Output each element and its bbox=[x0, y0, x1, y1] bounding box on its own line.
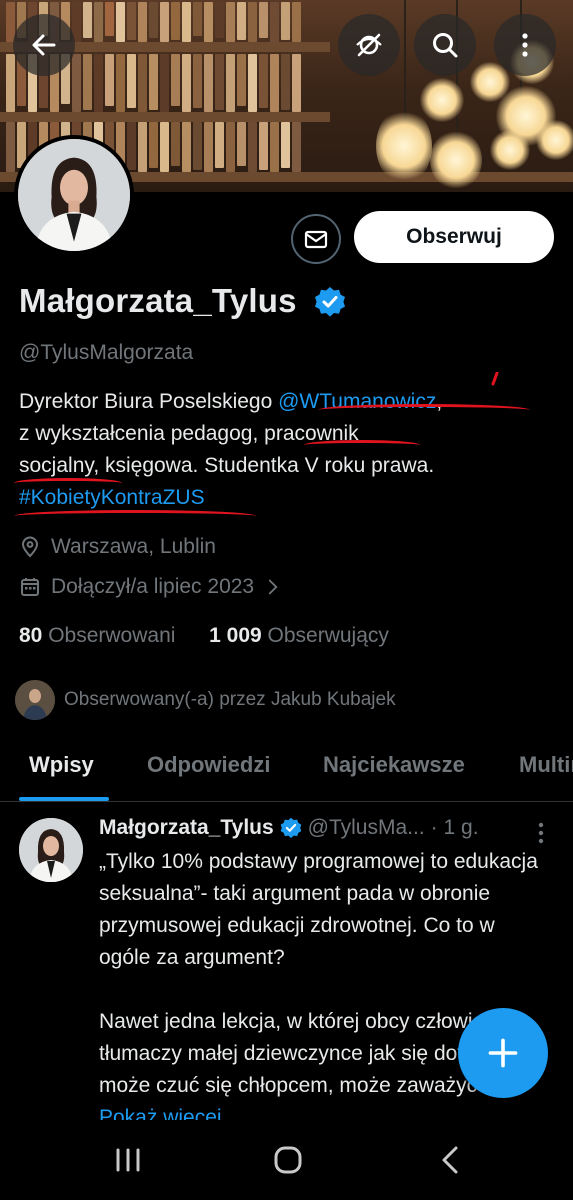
followed-by-text: Obserwowany(-a) przez Jakub Kubajek bbox=[64, 689, 396, 710]
tweet-paragraph: „Tylko 10% podstawy programowej to eduka… bbox=[99, 850, 538, 969]
verified-badge-icon bbox=[280, 817, 301, 839]
hide-button[interactable] bbox=[338, 14, 400, 76]
search-button[interactable] bbox=[414, 14, 476, 76]
active-tab-indicator bbox=[19, 797, 109, 801]
joined-text: Dołączył/a lipiec 2023 bbox=[51, 575, 255, 598]
chevron-right-icon bbox=[268, 579, 278, 595]
plus-icon bbox=[488, 1038, 518, 1068]
bio-text: , księgowa. Studentka V roku prawa. bbox=[93, 454, 435, 477]
follow-button[interactable]: Obserwuj bbox=[354, 211, 554, 263]
following-label: Obserwowani bbox=[48, 624, 176, 647]
avatar-photo bbox=[18, 139, 130, 251]
followers-label: Obserwujący bbox=[267, 624, 389, 647]
profile-tabs: Wpisy Odpowiedzi Najciekawsze Multimedia bbox=[0, 742, 573, 802]
tab-media[interactable]: Multimedia bbox=[519, 752, 573, 778]
annotation-underline bbox=[304, 440, 420, 450]
home-icon[interactable] bbox=[268, 1142, 308, 1178]
following-count: 80 bbox=[19, 624, 43, 647]
profile-handle: @TylusMalgorzata bbox=[19, 341, 194, 364]
system-nav-bar bbox=[0, 1120, 573, 1200]
tab-replies[interactable]: Odpowiedzi bbox=[147, 752, 270, 778]
location-text: Warszawa, Lublin bbox=[51, 535, 216, 558]
profile-avatar[interactable] bbox=[14, 135, 134, 255]
annotation-underline bbox=[14, 478, 122, 488]
tweet-time: · 1 g. bbox=[430, 816, 479, 839]
tweet-header: Małgorzata_Tylus @TylusMa... · 1 g. bbox=[99, 816, 479, 840]
envelope-icon bbox=[304, 230, 328, 249]
annotation-underline bbox=[318, 404, 530, 416]
tweet-avatar[interactable] bbox=[19, 818, 83, 882]
tweet-text[interactable]: „Tylko 10% podstawy programowej to eduka… bbox=[99, 846, 549, 1166]
message-button[interactable] bbox=[291, 214, 341, 264]
tab-posts[interactable]: Wpisy bbox=[29, 752, 94, 778]
following-stat[interactable]: 80 Obserwowani bbox=[19, 624, 175, 647]
bio-text: Dyrektor Biura Poselskiego bbox=[19, 390, 279, 413]
calendar-icon bbox=[21, 578, 39, 596]
annotation-underline bbox=[14, 510, 256, 522]
more-vertical-icon bbox=[522, 33, 528, 57]
profile-location: Warszawa, Lublin bbox=[19, 535, 216, 559]
tweet-author-name[interactable]: Małgorzata_Tylus bbox=[99, 816, 274, 840]
followers-stat[interactable]: 1 009 Obserwujący bbox=[209, 624, 389, 647]
followers-count: 1 009 bbox=[209, 624, 262, 647]
follow-counts: 80 Obserwowani 1 009 Obserwujący bbox=[19, 624, 389, 648]
bio-text: z wykształcenia pedagog, bbox=[19, 422, 265, 445]
search-icon bbox=[433, 33, 458, 58]
bio-text: socjalny bbox=[19, 454, 94, 477]
followed-by[interactable]: Obserwowany(-a) przez Jakub Kubajek bbox=[15, 680, 396, 720]
follower-avatar bbox=[15, 680, 55, 720]
compose-post-button[interactable] bbox=[458, 1008, 548, 1098]
tweet-more-icon[interactable] bbox=[536, 820, 546, 846]
profile-display-name: Małgorzata_Tylus bbox=[19, 282, 297, 319]
back-nav-icon[interactable] bbox=[430, 1142, 470, 1178]
hashtag-link[interactable]: #KobietyKontraZUS bbox=[19, 486, 205, 509]
more-button[interactable] bbox=[494, 14, 556, 76]
tweet-author-handle[interactable]: @TylusMa... bbox=[308, 816, 425, 840]
location-pin-icon bbox=[21, 536, 39, 558]
arrow-left-icon bbox=[32, 34, 56, 56]
verified-badge-icon bbox=[315, 287, 345, 317]
recent-apps-icon[interactable] bbox=[108, 1142, 148, 1178]
annotation-tick bbox=[491, 372, 499, 386]
profile-joined[interactable]: Dołączył/a lipiec 2023 bbox=[19, 575, 282, 599]
tab-highlights[interactable]: Najciekawsze bbox=[323, 752, 465, 778]
back-button[interactable] bbox=[13, 14, 75, 76]
eye-slash-icon bbox=[356, 33, 382, 57]
